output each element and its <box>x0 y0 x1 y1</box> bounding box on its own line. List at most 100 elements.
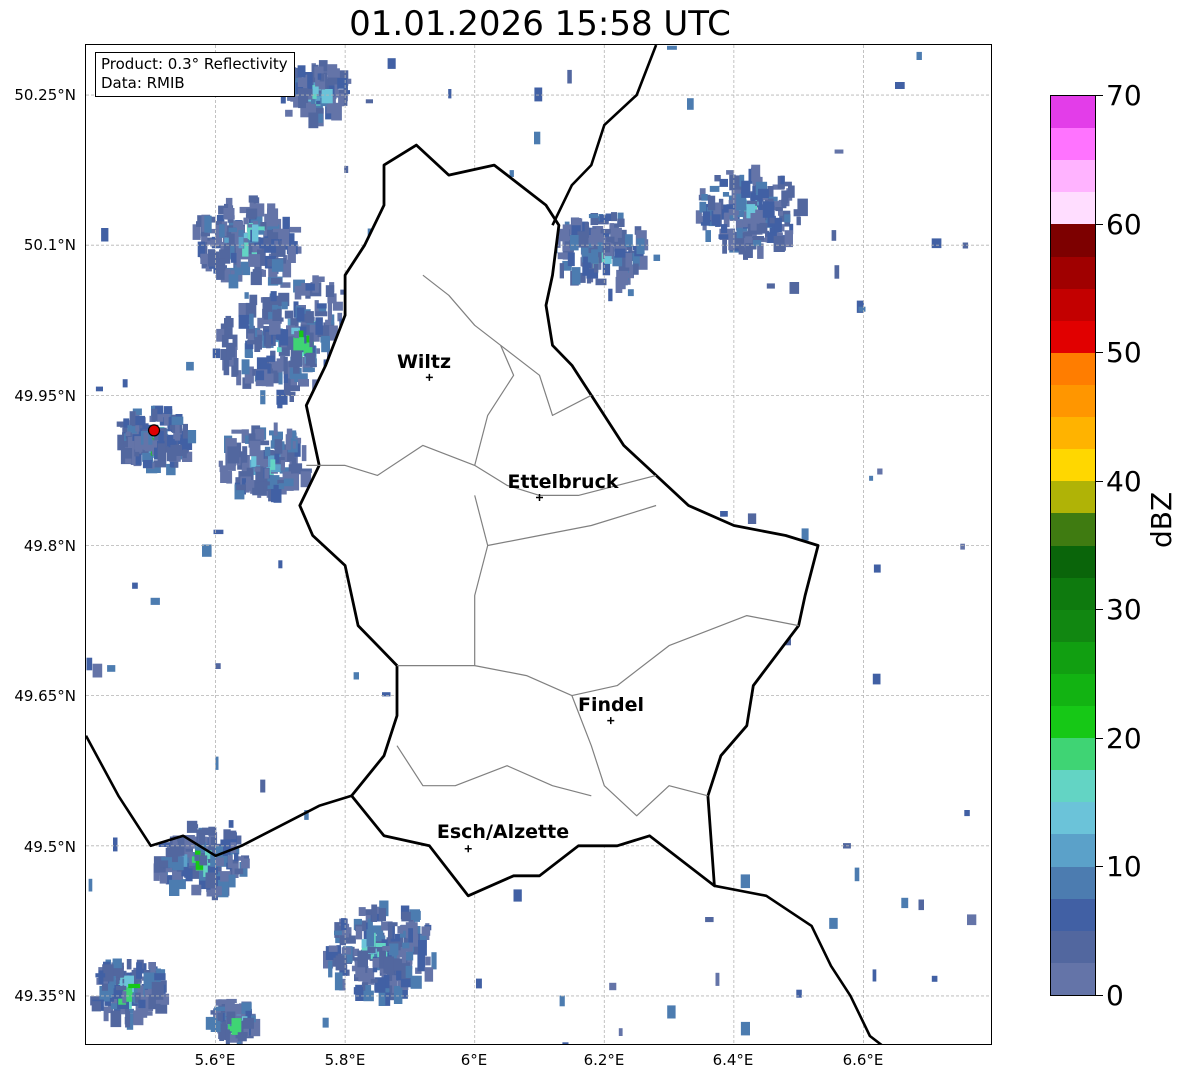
radar-echo-cell <box>182 423 188 439</box>
radar-echo-cell <box>122 991 127 1004</box>
radar-echo-cell <box>205 872 217 889</box>
radar-echo-cell <box>271 259 284 272</box>
radar-echo-cell <box>608 288 613 302</box>
radar-echo-cell <box>715 222 721 227</box>
radar-echo-cell <box>88 878 93 892</box>
radar-echo-cell <box>172 845 178 863</box>
radar-echo-cell <box>636 238 645 255</box>
radar-echo-cell <box>425 956 431 966</box>
radar-echo-cell <box>775 207 783 212</box>
radar-echo-cell <box>237 1032 247 1042</box>
radar-echo-cell <box>248 195 258 203</box>
radar-echo-cell <box>719 178 728 187</box>
radar-echo-cell <box>797 198 808 217</box>
radar-echo-cell <box>254 429 265 441</box>
radar-echo-cell <box>215 999 222 1006</box>
radar-echo-cell <box>276 334 287 341</box>
radar-echo-cell <box>315 311 328 317</box>
radar-echo-cell <box>534 131 541 145</box>
radar-echo-cell <box>687 98 694 110</box>
radar-echo-cell <box>227 855 233 868</box>
radar-echo-cell <box>334 972 343 991</box>
radar-echo-cell <box>294 331 299 339</box>
lat-tick-label: 50.25°N <box>14 86 76 104</box>
radar-echo-cell <box>358 907 366 916</box>
radar-echo-cell <box>758 188 769 198</box>
colorbar-segment <box>1051 866 1095 899</box>
colorbar-title: dBZ <box>1145 491 1178 548</box>
radar-echo-cell <box>784 230 793 248</box>
radar-echo-cell <box>226 342 236 358</box>
radar-echo-cell <box>789 282 800 294</box>
radar-echo-cell <box>293 337 305 351</box>
radar-echo-cell <box>117 434 124 451</box>
radar-echo-cell <box>305 311 314 324</box>
radar-echo-cell <box>287 245 296 263</box>
radar-echo-cell <box>157 443 166 461</box>
map-frame <box>85 44 992 1045</box>
radar-echo-cell <box>705 917 714 923</box>
radar-echo-cell <box>383 956 394 974</box>
lon-tick-label: 5.6°E <box>194 1051 236 1069</box>
radar-echo-cell <box>175 424 180 437</box>
colorbar-segment <box>1051 320 1095 353</box>
radar-echo-cell <box>217 1012 223 1021</box>
radar-echo-cell <box>308 110 319 129</box>
product-label: Product: 0.3° Reflectivity <box>101 55 288 73</box>
radar-echo-cell <box>736 227 743 239</box>
radar-echo-cell <box>128 983 141 989</box>
radar-echo-cell <box>334 930 342 936</box>
radar-echo-cell <box>834 265 840 279</box>
radar-echo-cell <box>964 810 970 817</box>
radar-echo-cell <box>570 235 579 251</box>
radar-echo-cell <box>931 975 938 982</box>
radar-echo-cell <box>280 460 285 471</box>
colorbar-segment <box>1051 223 1095 257</box>
radar-echo-cell <box>241 858 250 869</box>
radar-echo-cell <box>218 460 223 467</box>
city-label-ettelbruck: Ettelbruck <box>507 471 619 493</box>
radar-echo-cell <box>611 212 617 222</box>
radar-echo-cell <box>599 214 606 222</box>
radar-echo-cell <box>780 175 785 185</box>
radar-echo-cell <box>249 440 261 457</box>
colorbar-segment <box>1051 448 1095 482</box>
radar-echo-cell <box>448 89 452 99</box>
colorbar-segment <box>1051 95 1095 129</box>
radar-echo-cell <box>309 332 314 348</box>
radar-echo-cell <box>151 408 158 422</box>
radar-echo-cell <box>231 429 242 434</box>
radar-echo-cell <box>215 663 221 669</box>
radar-echo-cell <box>829 917 838 929</box>
radar-echo-cell <box>185 868 193 882</box>
radar-echo-cell <box>720 511 728 517</box>
radar-echo-cell <box>289 226 302 233</box>
radar-echo-cell <box>292 441 296 449</box>
colorbar-segment <box>1051 256 1095 289</box>
radar-echo-cell <box>752 236 764 241</box>
radar-echo-cell <box>740 874 750 889</box>
radar-echo-cell <box>277 390 283 409</box>
colorbar-tick-label: 10 <box>1106 850 1142 883</box>
radar-echo-cell <box>143 432 149 451</box>
radar-echo-cell <box>243 217 249 225</box>
radar-echo-cell <box>103 1006 109 1022</box>
lat-tick-label: 49.95°N <box>14 387 76 405</box>
radar-echo-cell <box>918 899 924 911</box>
radar-echo-cell <box>258 230 264 235</box>
radar-echo-cell <box>281 301 288 310</box>
radar-echo-cell <box>159 860 169 868</box>
colorbar-segment <box>1051 898 1095 931</box>
radar-echo-cell <box>627 272 634 279</box>
radar-echo-cell <box>171 416 184 425</box>
city-label-wiltz: Wiltz <box>396 351 452 373</box>
lat-tick-label: 49.65°N <box>14 687 76 705</box>
radar-echo-cell <box>869 475 874 481</box>
radar-echo-cell <box>332 301 343 311</box>
radar-echo-cell <box>238 314 249 329</box>
radar-echo-cell <box>169 879 180 896</box>
radar-echo-cell <box>202 544 212 557</box>
radar-echo-cell <box>247 480 255 488</box>
radar-echo-cell <box>614 248 626 258</box>
radar-echo-cell <box>227 446 240 464</box>
